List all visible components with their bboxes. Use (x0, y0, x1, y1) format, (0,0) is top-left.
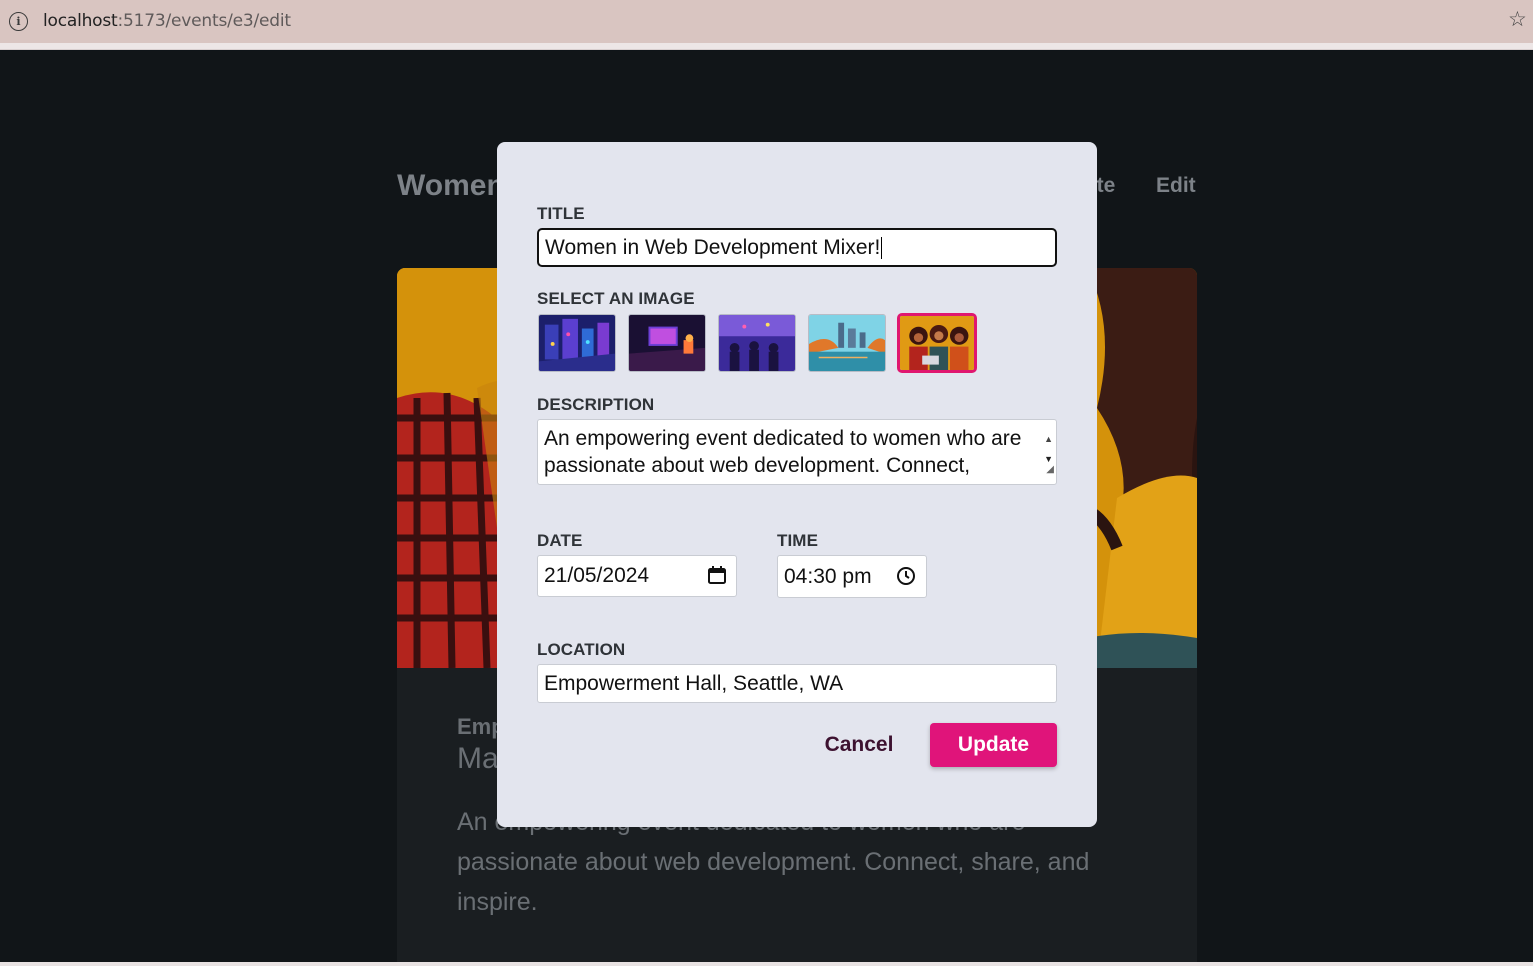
image-option-city-river[interactable] (808, 314, 886, 372)
date-input[interactable]: 21/05/2024 (537, 555, 737, 597)
title-input-value: Women in Web Development Mixer! (545, 235, 881, 259)
date-label: DATE (537, 531, 583, 550)
image-label: SELECT AN IMAGE (537, 289, 695, 308)
description-textarea[interactable]: An empowering event dedicated to women w… (537, 419, 1057, 485)
url-host: localhost (43, 11, 118, 31)
browser-bar: i localhost:5173/events/e3/edit ☆ (0, 0, 1533, 50)
event-title: Women (397, 169, 505, 202)
time-input[interactable]: 04:30 pm (777, 555, 927, 598)
description-label: DESCRIPTION (537, 395, 655, 414)
image-option-women-coding[interactable] (897, 313, 977, 373)
image-option-developer-desk[interactable] (628, 314, 706, 372)
edit-link[interactable]: Edit (1156, 174, 1196, 198)
url-field[interactable]: localhost:5173/events/e3/edit (43, 11, 291, 31)
url-path: :5173/events/e3/edit (117, 11, 292, 31)
location-input[interactable]: Empowerment Hall, Seattle, WA (537, 664, 1057, 703)
title-label: TITLE (537, 204, 585, 223)
calendar-icon[interactable] (707, 565, 727, 585)
description-value: An empowering event dedicated to women w… (544, 427, 1022, 477)
site-info-icon[interactable]: i (9, 12, 28, 31)
bookmark-star-icon[interactable]: ☆ (1508, 9, 1527, 30)
text-cursor (881, 236, 883, 259)
time-value: 04:30 pm (784, 564, 872, 588)
event-date: Ma (457, 742, 499, 775)
resize-handle-icon[interactable]: ◢ (1046, 456, 1054, 483)
update-button[interactable]: Update (930, 723, 1057, 767)
image-option-meetup-crowd[interactable] (718, 314, 796, 372)
date-value: 21/05/2024 (544, 564, 650, 587)
time-label: TIME (777, 531, 819, 550)
cancel-button[interactable]: Cancel (811, 723, 907, 767)
window-bottom-edge (0, 962, 1533, 966)
title-input[interactable]: Women in Web Development Mixer! (537, 228, 1057, 267)
edit-event-modal: TITLE Women in Web Development Mixer! SE… (497, 142, 1097, 827)
location-value: Empowerment Hall, Seattle, WA (544, 671, 844, 695)
clock-icon[interactable] (896, 566, 916, 586)
location-label: LOCATION (537, 640, 626, 659)
address-bar[interactable]: i localhost:5173/events/e3/edit ☆ (0, 0, 1533, 43)
image-option-isometric-city[interactable] (538, 314, 616, 372)
